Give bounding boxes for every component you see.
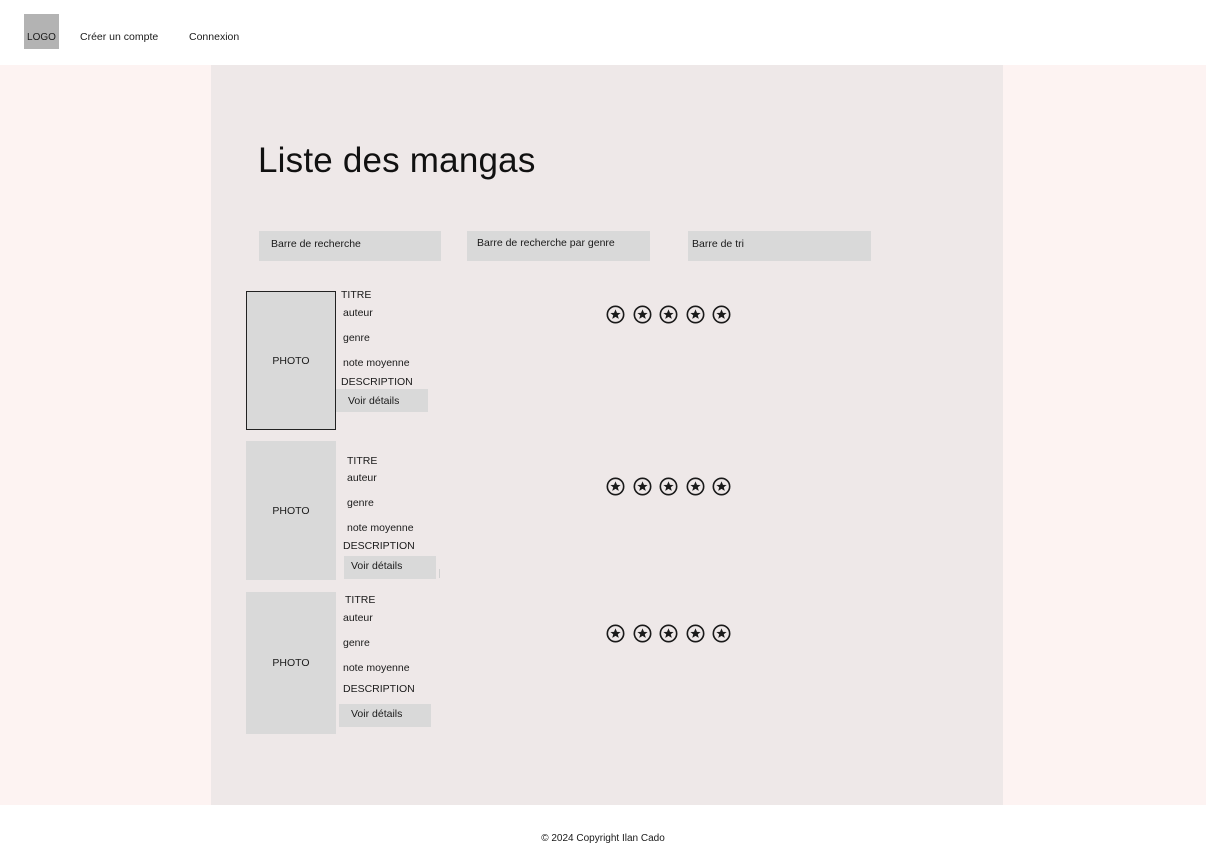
star-icon[interactable] [606,305,625,324]
star-icon[interactable] [686,305,705,324]
manga-title: TITRE [345,594,376,606]
view-details-button[interactable]: Voir détails [336,389,428,412]
rating-stars[interactable] [606,305,731,324]
manga-author: auteur [343,612,373,624]
page-title: Liste des mangas [258,141,536,180]
manga-photo: PHOTO [246,592,336,734]
star-icon[interactable] [659,305,678,324]
star-icon[interactable] [606,624,625,643]
site-header: LOGO Créer un compte Connexion [0,0,1206,65]
star-icon[interactable] [712,305,731,324]
sort-bar[interactable]: Barre de tri [688,231,871,261]
manga-description: DESCRIPTION [343,540,415,552]
star-icon[interactable] [686,477,705,496]
star-icon[interactable] [712,477,731,496]
manga-author: auteur [347,472,377,484]
manga-title: TITRE [341,289,372,301]
star-icon[interactable] [606,477,625,496]
rating-stars[interactable] [606,624,731,643]
divider [439,569,440,578]
nav-create-account-link[interactable]: Créer un compte [80,31,158,43]
manga-genre: genre [343,332,370,344]
manga-photo: PHOTO [246,291,336,430]
logo[interactable]: LOGO [24,14,59,49]
view-details-button[interactable]: Voir détails [344,556,436,579]
manga-photo-label: PHOTO [272,354,310,367]
manga-description: DESCRIPTION [341,376,413,388]
rating-stars[interactable] [606,477,731,496]
star-icon[interactable] [659,477,678,496]
star-icon[interactable] [659,624,678,643]
manga-title: TITRE [347,455,378,467]
nav-login-link[interactable]: Connexion [189,31,239,43]
star-icon[interactable] [686,624,705,643]
copyright-text: © 2024 Copyright Ilan Cado [541,833,665,844]
manga-genre: genre [347,497,374,509]
manga-average-rating: note moyenne [347,522,414,534]
star-icon[interactable] [633,305,652,324]
manga-photo-label: PHOTO [272,504,310,517]
manga-photo-label: PHOTO [272,657,310,669]
star-icon[interactable] [712,624,731,643]
search-bar[interactable]: Barre de recherche [259,231,441,261]
manga-description: DESCRIPTION [343,683,415,695]
star-icon[interactable] [633,624,652,643]
manga-author: auteur [343,307,373,319]
manga-average-rating: note moyenne [343,357,410,369]
manga-photo: PHOTO [246,441,336,580]
star-icon[interactable] [633,477,652,496]
genre-search-bar[interactable]: Barre de recherche par genre [467,231,650,261]
manga-genre: genre [343,637,370,649]
view-details-button[interactable]: Voir détails [339,704,431,727]
manga-average-rating: note moyenne [343,662,410,674]
